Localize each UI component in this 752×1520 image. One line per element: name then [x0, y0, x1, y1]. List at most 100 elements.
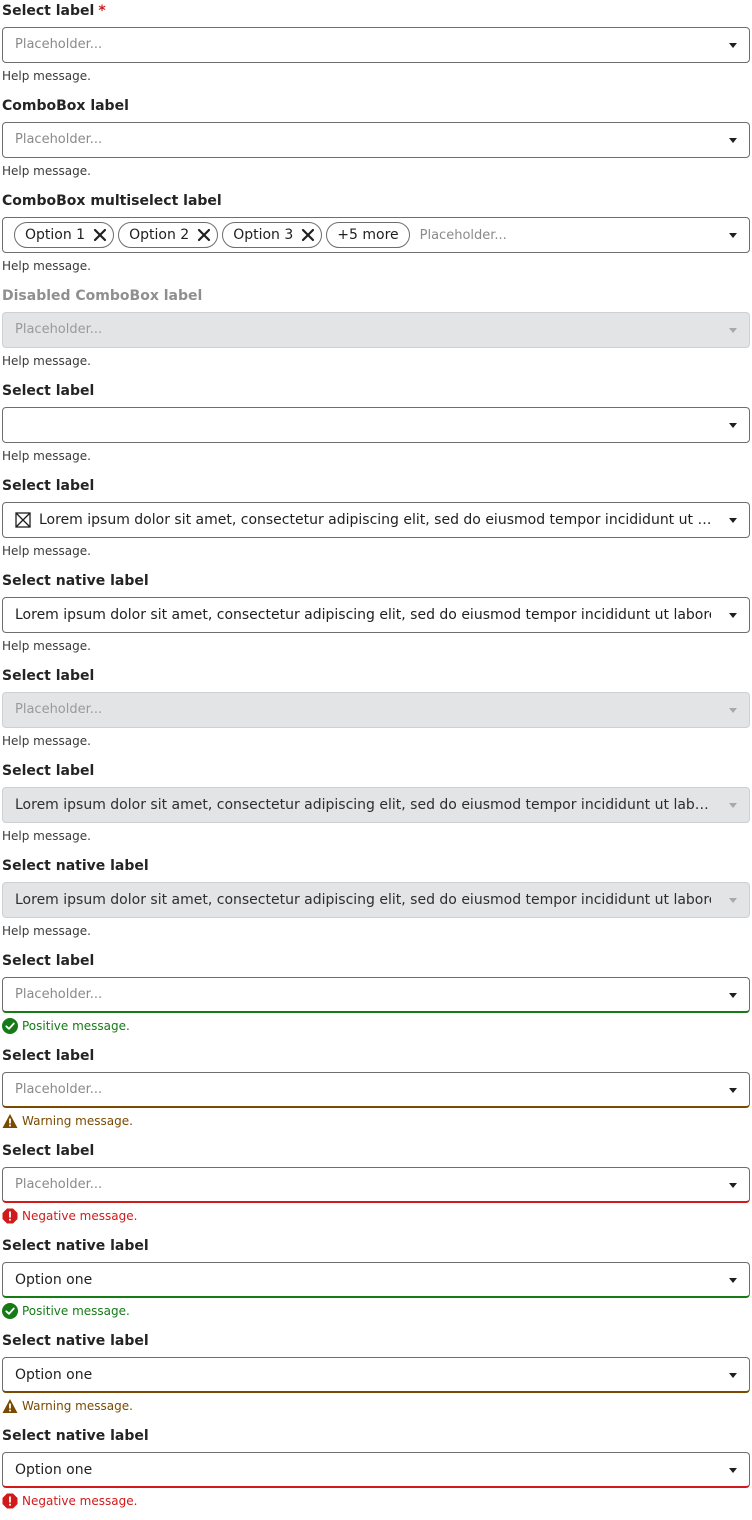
field-label: Disabled ComboBox label — [2, 288, 203, 304]
placeholder-box-icon — [15, 512, 31, 528]
select-input[interactable]: Placeholder... — [2, 977, 750, 1013]
chevron-down-icon[interactable] — [729, 233, 737, 238]
message-text: Negative message. — [22, 1209, 138, 1223]
select-native-field-warning: Select native label Option one Warning m… — [0, 1330, 752, 1425]
combobox-placeholder: Placeholder... — [15, 322, 103, 337]
message-text: Negative message. — [22, 1494, 138, 1508]
select-field-positive: Select label Placeholder... Positive mes… — [0, 950, 752, 1045]
select-value: Lorem ipsum dolor sit amet, consectetur … — [15, 607, 711, 623]
combobox-field: ComboBox label Placeholder... Help messa… — [0, 95, 752, 190]
error-icon — [2, 1208, 18, 1224]
select-input[interactable]: Lorem ipsum dolor sit amet, consectetur … — [2, 502, 750, 538]
select-value: Option one — [15, 1272, 93, 1288]
chevron-down-icon — [729, 328, 737, 333]
more-chips-button[interactable]: +5 more — [326, 222, 410, 248]
select-input-disabled: Placeholder... — [2, 692, 750, 728]
field-label: Select label — [2, 383, 95, 399]
select-value: Option one — [15, 1367, 93, 1383]
field-label: Select label — [2, 953, 95, 969]
select-field-disabled: Select label Placeholder... Help message… — [0, 665, 752, 760]
chip-option-3: Option 3 — [222, 222, 323, 248]
chevron-down-icon — [729, 898, 737, 903]
field-label: Select label — [2, 1143, 95, 1159]
chevron-down-icon[interactable] — [729, 1088, 737, 1093]
select-field-with-icon: Select label Lorem ipsum dolor sit amet,… — [0, 475, 752, 570]
chevron-down-icon[interactable] — [729, 1468, 737, 1473]
select-placeholder: Placeholder... — [15, 37, 103, 52]
select-value: Lorem ipsum dolor sit amet, consectetur … — [15, 797, 713, 813]
select-placeholder: Placeholder... — [15, 1177, 103, 1192]
select-native-field-disabled: Select native label Lorem ipsum dolor si… — [0, 855, 752, 950]
disabled-combobox-field: Disabled ComboBox label Placeholder... H… — [0, 285, 752, 380]
help-message: Help message. — [2, 69, 91, 83]
help-message: Help message. — [2, 924, 91, 938]
chevron-down-icon[interactable] — [729, 613, 737, 618]
chevron-down-icon[interactable] — [729, 993, 737, 998]
select-native-field-negative: Select native label Option one Negative … — [0, 1425, 752, 1520]
help-message: Help message. — [2, 639, 91, 653]
check-circle-icon — [2, 1018, 18, 1034]
field-label: Select label — [2, 478, 95, 494]
chevron-down-icon[interactable] — [729, 1183, 737, 1188]
select-placeholder: Placeholder... — [15, 987, 103, 1002]
combobox-placeholder: Placeholder... — [419, 227, 507, 243]
select-native-input[interactable]: Lorem ipsum dolor sit amet, consectetur … — [2, 597, 750, 633]
select-input[interactable]: Placeholder... — [2, 1072, 750, 1108]
select-native-field: Select native label Lorem ipsum dolor si… — [0, 570, 752, 665]
field-label: Select label — [2, 1048, 95, 1064]
check-circle-icon — [2, 1303, 18, 1319]
field-label: Select native label — [2, 1333, 149, 1349]
select-field-warning: Select label Placeholder... Warning mess… — [0, 1045, 752, 1140]
select-input[interactable] — [2, 407, 750, 443]
message-text: Positive message. — [22, 1304, 130, 1318]
warning-message: Warning message. — [2, 1397, 133, 1415]
field-label: ComboBox label — [2, 98, 129, 114]
select-native-input[interactable]: Option one — [2, 1262, 750, 1298]
select-value — [15, 408, 713, 442]
select-value: Option one — [15, 1462, 93, 1478]
combobox-multiselect-field: ComboBox multiselect label Option 1 Opti… — [0, 190, 752, 285]
chevron-down-icon[interactable] — [729, 1278, 737, 1283]
help-message: Help message. — [2, 544, 91, 558]
combobox-input-disabled: Placeholder... — [2, 312, 750, 348]
chip-label: Option 3 — [233, 227, 294, 243]
select-field-negative: Select label Placeholder... Negative mes… — [0, 1140, 752, 1235]
chevron-down-icon[interactable] — [729, 43, 737, 48]
warning-triangle-icon — [2, 1114, 18, 1128]
close-icon[interactable] — [197, 228, 211, 242]
select-placeholder: Placeholder... — [15, 702, 103, 717]
error-icon — [2, 1493, 18, 1509]
help-message: Help message. — [2, 829, 91, 843]
chevron-down-icon — [729, 708, 737, 713]
select-input[interactable]: Placeholder... — [2, 1167, 750, 1203]
chip-option-2: Option 2 — [118, 222, 219, 248]
field-label: Select label * — [2, 3, 106, 19]
field-label: Select label — [2, 763, 95, 779]
combobox-multiselect-input[interactable]: Option 1 Option 2 Option 3 +5 more Place… — [2, 217, 750, 253]
field-label: Select native label — [2, 1238, 149, 1254]
warning-triangle-icon — [2, 1399, 18, 1413]
select-field-required: Select label * Placeholder... Help messag… — [0, 0, 752, 95]
select-input[interactable]: Placeholder... — [2, 27, 750, 63]
chip-option-1: Option 1 — [14, 222, 115, 248]
chevron-down-icon[interactable] — [729, 423, 737, 428]
help-message: Help message. — [2, 449, 91, 463]
chevron-down-icon[interactable] — [729, 1373, 737, 1378]
select-value: Lorem ipsum dolor sit amet, consectetur … — [39, 512, 713, 528]
field-label: ComboBox multiselect label — [2, 193, 222, 209]
message-text: Warning message. — [22, 1399, 133, 1413]
required-mark: * — [98, 3, 106, 19]
close-icon[interactable] — [93, 228, 107, 242]
field-label: Select native label — [2, 573, 149, 589]
help-message: Help message. — [2, 259, 91, 273]
field-label: Select native label — [2, 858, 149, 874]
select-native-input[interactable]: Option one — [2, 1357, 750, 1393]
select-native-field-positive: Select native label Option one Positive … — [0, 1235, 752, 1330]
chevron-down-icon[interactable] — [729, 138, 737, 143]
select-native-input[interactable]: Option one — [2, 1452, 750, 1488]
close-icon[interactable] — [301, 228, 315, 242]
chevron-down-icon[interactable] — [729, 518, 737, 523]
combobox-input[interactable]: Placeholder... — [2, 122, 750, 158]
selected-chips: Option 1 Option 2 Option 3 +5 more Place… — [14, 222, 507, 248]
negative-message: Negative message. — [2, 1492, 137, 1510]
